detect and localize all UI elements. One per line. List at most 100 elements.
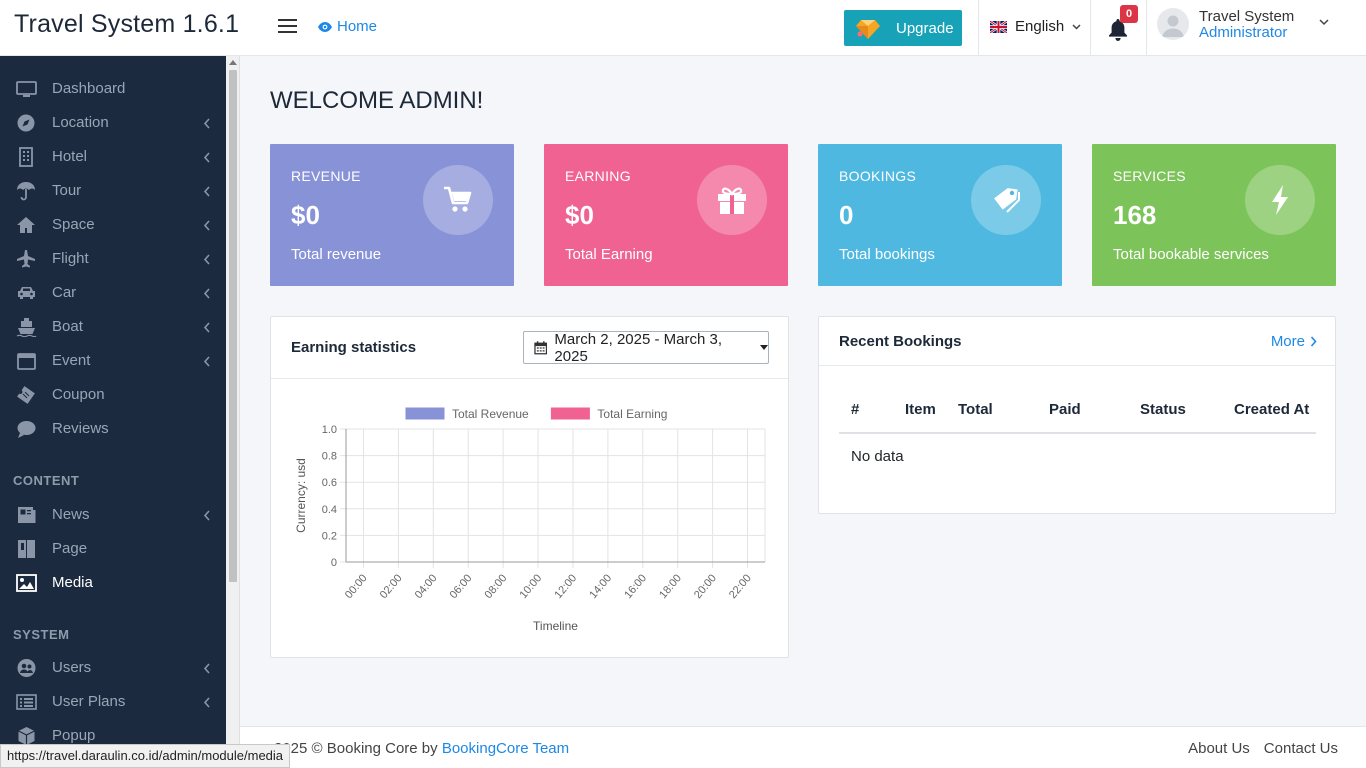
column-header: # (851, 401, 860, 418)
sidebar-item-space[interactable]: Space (0, 208, 226, 242)
sidebar-item-reviews[interactable]: Reviews (0, 412, 226, 446)
sidebar-item-label: Event (52, 352, 91, 369)
sidebar-item-news[interactable]: News (0, 498, 226, 532)
sidebar-item-tour[interactable]: Tour (0, 174, 226, 208)
sidebar-item-label: Reviews (52, 420, 109, 437)
scroll-up-arrow-icon[interactable] (229, 60, 237, 65)
team-link[interactable]: BookingCore Team (442, 740, 569, 757)
chevron-left-icon (203, 288, 210, 299)
link-status-bar: https://travel.daraulin.co.id/admin/modu… (0, 744, 291, 768)
top-header: Travel System 1.6.1 Home Upgrade English… (0, 0, 1366, 56)
sidebar-item-dashboard[interactable]: Dashboard (0, 72, 226, 106)
card-desc: Total bookings (839, 246, 935, 263)
sidebar-item-page[interactable]: Page (0, 532, 226, 566)
more-link[interactable]: More (1271, 333, 1317, 350)
copyright-text: 2025 © Booking Core by (274, 740, 438, 757)
chevron-down-icon (1072, 23, 1081, 30)
scrollbar-thumb[interactable] (229, 70, 237, 582)
home-link-label: Home (337, 18, 378, 35)
column-header: Total (958, 401, 993, 418)
card-icon-circle (971, 165, 1041, 235)
sidebar-item-hotel[interactable]: Hotel (0, 140, 226, 174)
monitor-icon (16, 81, 37, 97)
header-divider (1090, 0, 1091, 56)
ship-icon (16, 318, 37, 337)
date-range-picker[interactable]: March 2, 2025 - March 3, 2025 (523, 331, 769, 365)
sidebar-item-label: Dashboard (52, 80, 126, 97)
brand-title[interactable]: Travel System 1.6.1 (14, 10, 239, 39)
sidebar-item-label: Media (52, 574, 93, 591)
legend-label: Total Revenue (452, 407, 529, 421)
y-tick-label: 0.2 (322, 530, 337, 542)
legend-swatch (549, 406, 591, 421)
gift-icon (718, 187, 746, 214)
sidebar-item-flight[interactable]: Flight (0, 242, 226, 276)
panel-header: Recent Bookings More (819, 317, 1335, 366)
sidebar-item-location[interactable]: Location (0, 106, 226, 140)
contact-us-link[interactable]: Contact Us (1264, 740, 1338, 757)
sidebar-item-label: Space (52, 216, 95, 233)
card-title: EARNING (565, 168, 631, 184)
sidebar-item-label: Location (52, 114, 109, 131)
x-tick-label: 04:00 (413, 572, 440, 601)
upgrade-button[interactable]: Upgrade (844, 10, 962, 46)
x-tick-label: 22:00 (727, 572, 754, 601)
sidebar-item-media[interactable]: Media (0, 566, 226, 600)
x-tick-label: 14:00 (587, 572, 614, 601)
y-tick-label: 0.8 (322, 451, 337, 463)
user-menu[interactable]: Travel System Administrator (1157, 6, 1337, 50)
sidebar-item-users[interactable]: Users (0, 651, 226, 685)
section-heading-system: SYSTEM (13, 627, 70, 642)
list-icon (16, 694, 37, 710)
y-tick-label: 0 (331, 557, 337, 569)
hamburger-menu-icon[interactable] (278, 19, 297, 34)
plane-icon (17, 250, 35, 268)
sidebar-item-boat[interactable]: Boat (0, 310, 226, 344)
sidebar-item-label: Tour (52, 182, 82, 199)
language-selector[interactable]: English (990, 18, 1081, 35)
card-value: 168 (1113, 200, 1157, 230)
users-icon (17, 659, 36, 677)
column-header: Created At (1234, 401, 1310, 418)
about-us-link[interactable]: About Us (1188, 740, 1250, 757)
header-divider (978, 0, 979, 56)
y-tick-label: 0.6 (322, 477, 337, 489)
user-role: Administrator (1199, 24, 1288, 41)
x-tick-label: 06:00 (448, 572, 475, 601)
sidebar-item-label: User Plans (52, 693, 126, 710)
empty-state: No data (851, 448, 904, 465)
uk-flag-icon (990, 20, 1007, 33)
book-icon (18, 540, 35, 558)
home-link[interactable]: Home (318, 18, 377, 35)
y-tick-label: 1.0 (322, 424, 337, 436)
column-header: Status (1140, 401, 1186, 418)
sidebar-item-coupon[interactable]: Coupon (0, 378, 226, 412)
cart-icon (444, 186, 472, 212)
chevron-right-icon (1310, 336, 1317, 347)
sidebar-item-label: News (52, 506, 90, 523)
caret-down-icon (760, 345, 768, 350)
image-icon (16, 574, 37, 592)
x-tick-label: 10:00 (517, 572, 544, 601)
ticket-icon (17, 386, 35, 404)
table-divider (839, 432, 1316, 434)
legend-label: Total Earning (597, 407, 667, 421)
bolt-icon (1272, 185, 1288, 215)
chevron-left-icon (203, 356, 210, 367)
calendar-icon (17, 353, 36, 370)
calendar-icon (534, 340, 548, 354)
user-avatar-icon (1162, 15, 1184, 37)
sidebar-item-label: Users (52, 659, 92, 676)
sidebar-scrollbar[interactable] (226, 56, 240, 768)
sidebar-item-user-plans[interactable]: User Plans (0, 685, 226, 719)
page-title: WELCOME ADMIN! (270, 87, 484, 114)
x-tick-label: 12:00 (552, 572, 579, 601)
card-desc: Total Earning (565, 246, 653, 263)
legend-swatch (404, 406, 446, 421)
card-title: REVENUE (291, 168, 361, 184)
card-icon-circle (423, 165, 493, 235)
sidebar-item-car[interactable]: Car (0, 276, 226, 310)
sidebar-item-event[interactable]: Event (0, 344, 226, 378)
x-tick-label: 18:00 (657, 572, 684, 601)
sidebar: Dashboard Location Hotel Tour Space Flig… (0, 56, 226, 768)
